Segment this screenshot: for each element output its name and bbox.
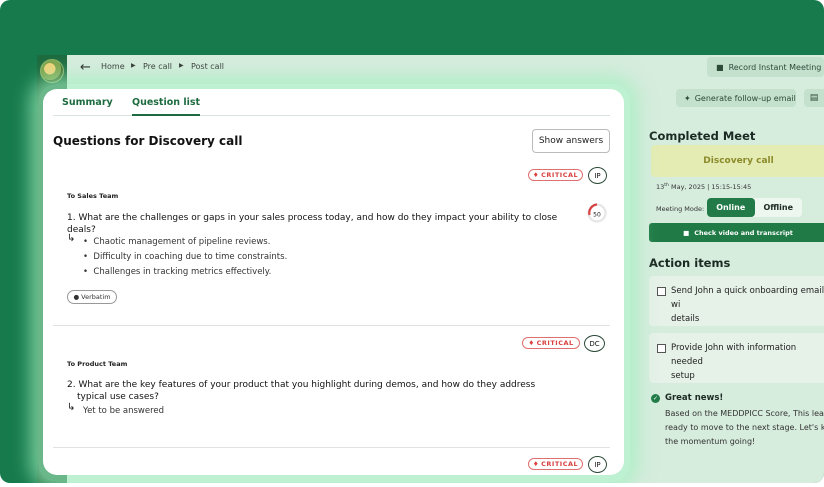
breadcrumb-separator-icon: ▶: [179, 62, 184, 69]
date-suffix: th: [664, 183, 669, 188]
owner-avatar[interactable]: IP: [588, 456, 607, 473]
critical-label: CRITICAL: [541, 171, 579, 179]
fire-icon: ♦: [532, 171, 540, 179]
answer-text: Difficulty in coaching due to time const…: [93, 252, 288, 262]
meeting-mode-toggle: Online Offline: [707, 198, 802, 217]
breadcrumb-pre-call[interactable]: Pre call: [143, 62, 172, 71]
answer-text: Chaotic management of pipeline reviews.: [93, 237, 271, 247]
critical-badge: ♦ CRITICAL: [522, 337, 580, 349]
generate-followup-email-button[interactable]: ✦ Generate follow-up email: [676, 89, 796, 107]
action-item: Provide John with information needed set…: [657, 341, 824, 383]
action-item-text: Provide John with information needed set…: [671, 341, 824, 383]
reply-arrow-icon: ↳: [67, 402, 76, 413]
action-item-checkbox[interactable]: [657, 344, 666, 353]
news-line: ready to move to the next stage. Let's k: [665, 423, 824, 432]
action-item-line: Provide John with information needed: [671, 343, 797, 367]
great-news-title: ✓ Great news!: [651, 393, 723, 403]
news-line: the momentum going!: [665, 437, 756, 446]
action-items-title: Action items: [649, 256, 731, 270]
completed-meet-title: Completed Meet: [649, 129, 756, 143]
answer-text: Challenges in tracking metrics effective…: [93, 267, 272, 277]
date-rest: May, 2025 | 15:15-15:45: [670, 183, 752, 192]
record-instant-meeting-button[interactable]: ■ Record Instant Meeting: [707, 57, 824, 77]
back-arrow-icon[interactable]: ←: [80, 60, 91, 75]
followup-label: Generate follow-up email: [694, 93, 796, 103]
question-text: 1. What are the challenges or gaps in yo…: [67, 212, 567, 236]
check-video-label: Check video and transcript: [694, 228, 793, 237]
tab-summary[interactable]: Summary: [62, 97, 113, 116]
critical-badge: ♦ CRITICAL: [528, 169, 583, 181]
call-type-tag: Discovery call: [651, 145, 824, 177]
great-news-block: ✓ Great news! Based on the MEDDPICC Scor…: [651, 393, 824, 463]
action-item-card: Provide John with information needed set…: [649, 333, 824, 383]
page-title: Questions for Discovery call: [53, 134, 243, 148]
news-line: Based on the MEDDPICC Score, This lea: [665, 409, 824, 418]
mode-online-option[interactable]: Online: [707, 198, 755, 217]
owner-avatar[interactable]: DC: [584, 335, 605, 352]
action-item-line: setup: [671, 371, 695, 381]
great-news-title-text: Great news!: [665, 393, 724, 403]
video-camera-icon: ■: [683, 228, 690, 237]
action-item-text: Send John a quick onboarding email wi de…: [671, 284, 824, 326]
owner-avatar[interactable]: IP: [588, 167, 607, 184]
question-line: 1. What are the challenges or gaps in yo…: [67, 213, 558, 223]
meeting-date: 13th May, 2025 | 15:15-15:45: [656, 183, 751, 191]
breadcrumb-separator-icon: ▶: [131, 62, 136, 69]
team-label: To Sales Team: [67, 192, 119, 200]
fire-icon: ♦: [532, 460, 540, 468]
answer-item: • Challenges in tracking metrics effecti…: [83, 267, 272, 277]
verbatim-label: Verbatim: [81, 293, 111, 301]
meeting-mode-label: Meeting Mode:: [656, 205, 705, 213]
action-item-line: Send John a quick onboarding email wi: [671, 286, 824, 310]
question-line: deals?: [67, 225, 96, 235]
record-label: Record Instant Meeting: [728, 62, 822, 72]
sparkle-icon: ✦: [684, 93, 691, 103]
top-bar: ← Home ▶ Pre call ▶ Post call ■ Record I…: [67, 55, 824, 81]
notes-button[interactable]: ▤: [804, 89, 824, 107]
action-item-line: details: [671, 314, 700, 324]
divider: [53, 325, 610, 326]
divider: [53, 447, 610, 448]
document-icon: ▤: [809, 93, 819, 103]
score-value: 50: [593, 212, 601, 219]
breadcrumb-home[interactable]: Home: [101, 62, 125, 71]
critical-badge: ♦ CRITICAL: [528, 458, 583, 470]
question-list-card: Summary Question list Questions for Disc…: [43, 89, 624, 475]
action-item: Send John a quick onboarding email wi de…: [657, 284, 824, 326]
team-label: To Product Team: [67, 360, 128, 368]
reply-arrow-icon: ↳: [67, 233, 76, 244]
mode-offline-option[interactable]: Offline: [755, 198, 803, 217]
outer-frame: ← Home ▶ Pre call ▶ Post call ■ Record I…: [0, 0, 824, 483]
check-circle-icon: ✓: [651, 393, 660, 403]
show-answers-button[interactable]: Show answers: [532, 129, 610, 153]
critical-label: CRITICAL: [536, 339, 574, 347]
question-text: 2. What are the key features of your pro…: [67, 379, 567, 403]
great-news-body: Based on the MEDDPICC Score, This lea re…: [665, 407, 824, 449]
score-gauge: 50: [587, 203, 607, 223]
app-logo[interactable]: [40, 59, 64, 83]
right-panel: Completed Meet Discovery call 13th May, …: [649, 119, 824, 483]
microphone-icon: ●: [73, 293, 80, 301]
action-item-card: Send John a quick onboarding email wi de…: [649, 276, 824, 326]
answer-item: • Difficulty in coaching due to time con…: [83, 252, 288, 262]
question-line: 2. What are the key features of your pro…: [67, 380, 536, 390]
action-item-checkbox[interactable]: [657, 287, 666, 296]
breadcrumb-post-call[interactable]: Post call: [191, 62, 224, 71]
question-line: typical use cases?: [77, 392, 159, 402]
answer-item: • Chaotic management of pipeline reviews…: [83, 237, 271, 247]
critical-label: CRITICAL: [541, 460, 579, 468]
fire-icon: ♦: [528, 339, 535, 347]
verbatim-tag[interactable]: ● Verbatim: [67, 290, 117, 304]
answer-text: Yet to be answered: [83, 406, 165, 416]
check-video-transcript-button[interactable]: ■ Check video and transcript: [649, 223, 824, 242]
video-camera-icon: ■: [716, 62, 724, 72]
tab-bar: Summary Question list: [53, 97, 610, 116]
tab-question-list[interactable]: Question list: [132, 97, 201, 116]
